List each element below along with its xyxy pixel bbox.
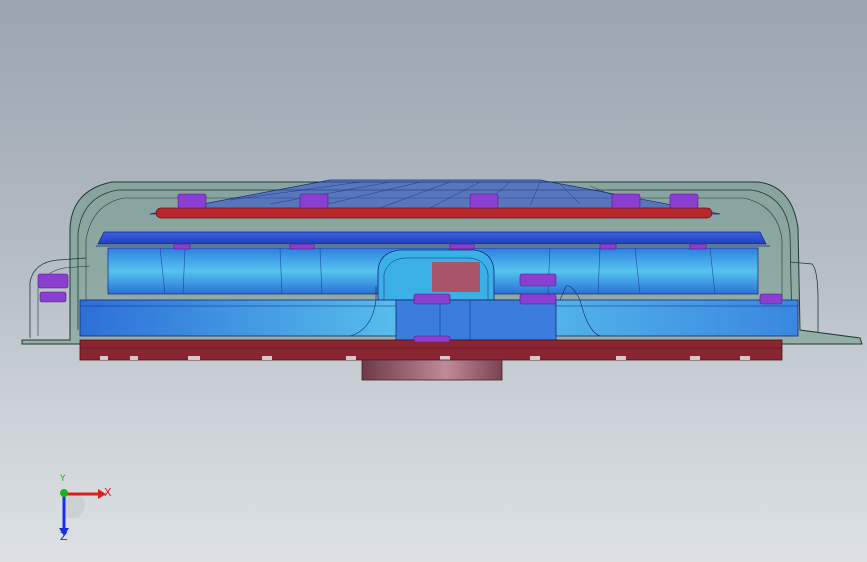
y-axis-marker (60, 489, 68, 497)
z-axis-label: Z (60, 530, 68, 543)
x-axis-label: X (104, 486, 112, 499)
base-plate[interactable] (79, 339, 783, 361)
assembly-model[interactable] (0, 0, 867, 562)
rim-ring[interactable] (155, 207, 713, 219)
shaft-hub[interactable] (361, 359, 503, 381)
orientation-triad: X Y Z (48, 474, 118, 544)
y-axis-label: Y (60, 474, 66, 484)
stator-plate[interactable] (97, 231, 767, 245)
central-dome[interactable] (377, 249, 495, 301)
graphics-viewport[interactable]: X Y Z (0, 0, 867, 562)
